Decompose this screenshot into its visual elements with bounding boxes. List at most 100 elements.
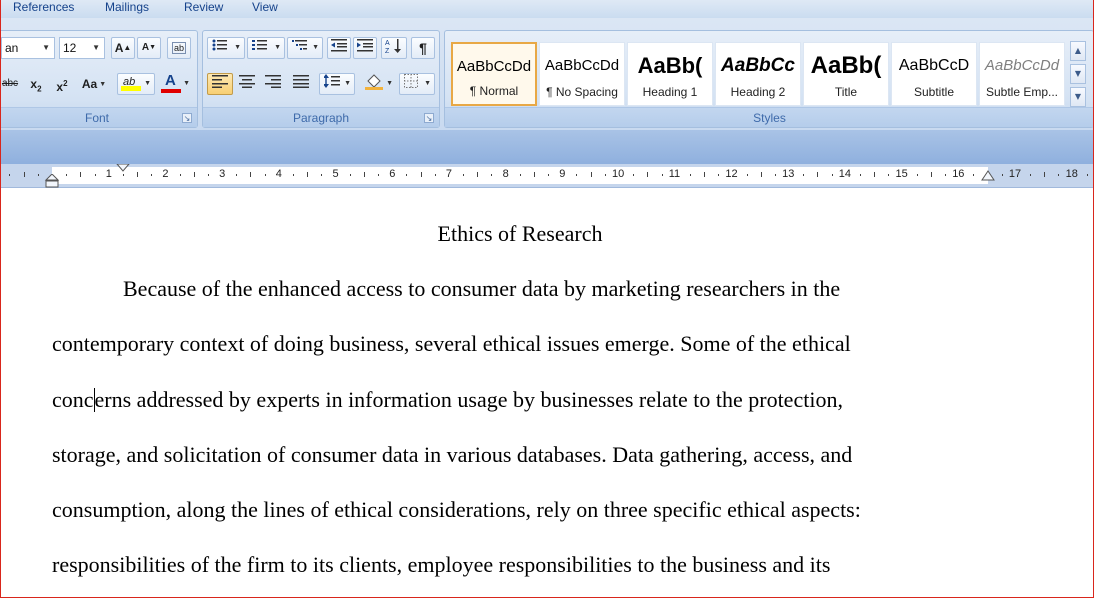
superscript-mark: 2 [63,79,68,88]
font-dialog-launcher-icon[interactable]: ↘ [182,113,192,123]
chevron-down-icon[interactable]: ▼ [312,38,319,58]
ruler-number: 4 [275,168,282,180]
font-color-icon: A [161,72,181,94]
document-title: Ethics of Research [437,221,603,246]
multilevel-list-button[interactable]: ▼ [287,37,323,59]
font-color-label: A [165,72,176,89]
increase-indent-button[interactable] [353,37,377,59]
ruler-tick [236,174,238,176]
ruler-tick [661,174,663,176]
chevron-down-icon[interactable]: ▼ [424,74,431,94]
chevron-down-icon[interactable]: ▼ [386,74,393,94]
tab-references[interactable]: References [13,0,74,16]
ruler-tick [477,172,479,177]
line-spacing-button[interactable]: ▼ [319,73,355,95]
paragraph-dialog-launcher-icon[interactable]: ↘ [424,113,434,123]
style-name: Heading 2 [730,85,786,99]
ruler-number: 17 [1008,168,1022,180]
chevron-down-icon[interactable]: ▼ [344,74,351,94]
strikethrough-button[interactable]: abc [0,73,21,95]
shading-button[interactable]: ▼ [361,73,397,95]
style-name: Subtle Emp... [985,85,1059,99]
ruler-tick [1086,174,1088,176]
increase-indent-icon [357,39,373,52]
ruler-tick [151,174,153,176]
ruler-tick [945,174,947,176]
gallery-more-icon[interactable]: ▼ [1070,87,1086,107]
ruler-tick [831,174,833,176]
right-indent-marker-icon[interactable] [980,170,996,182]
document-page[interactable]: Ethics of Research Because of the enhanc… [0,189,1094,598]
chevron-down-icon[interactable]: ▼ [183,74,190,94]
align-center-button[interactable] [235,73,259,95]
ruler-tick [122,174,124,176]
numbering-icon [252,40,267,50]
style-subtle-emphasis[interactable]: AaBbCcDd Subtle Emp... [979,42,1065,106]
chevron-down-icon[interactable]: ▼ [234,38,241,58]
tab-view[interactable]: View [252,0,278,16]
tab-review[interactable]: Review [184,0,223,16]
clear-formatting-icon: ab [171,42,186,54]
bullets-icon [212,39,227,51]
chevron-down-icon[interactable]: ▼ [42,38,50,58]
style-heading-2[interactable]: AaBbCc Heading 2 [715,42,801,106]
paragraph-group: ▼ ▼ ▼ AZ ¶ ▼ ▼ ▼ Paragraph ↘ [202,30,440,128]
left-indent-marker-icon[interactable] [44,174,60,188]
highlighter-icon: ab [121,74,141,92]
style-normal[interactable]: AaBbCcDd ¶ Normal [451,42,537,106]
tab-mailings[interactable]: Mailings [105,0,149,16]
numbering-button[interactable]: ▼ [247,37,285,59]
font-group: an ▼ 12 ▼ A▲ A▼ ab abc x2 x2 Aa ▼ ab ▼ A… [0,30,198,128]
bullets-button[interactable]: ▼ [207,37,245,59]
grow-font-button[interactable]: A▲ [111,37,135,59]
ruler-tick [80,172,82,177]
font-color-button[interactable]: A ▼ [157,72,193,95]
paragraph-group-label: Paragraph [203,107,439,127]
font-size-combo[interactable]: 12 ▼ [59,37,105,59]
align-left-button[interactable] [207,73,233,95]
ribbon-tab-bar: References Mailings Review View [0,0,1094,18]
ruler-tick [66,174,68,176]
gallery-scroll-up-icon[interactable]: ▲ [1070,41,1086,61]
align-right-icon [265,75,281,88]
gallery-scroll-down-icon[interactable]: ▼ [1070,64,1086,84]
document-line: concerns addressed by experts in informa… [52,387,843,413]
svg-text:Z: Z [385,48,390,54]
justify-button[interactable] [289,73,313,95]
style-sample: AaBb( [810,52,882,79]
ruler-tick [604,174,606,176]
clear-formatting-button[interactable]: ab [167,37,191,59]
strikethrough-label: abc [1,78,19,89]
ruler-tick [378,174,380,176]
style-title[interactable]: AaBb( Title [803,42,889,106]
chevron-down-icon[interactable]: ▼ [144,74,151,94]
sort-button[interactable]: AZ [381,37,407,59]
show-formatting-button[interactable]: ¶ [411,37,435,59]
styles-group: AaBbCcDd ¶ Normal AaBbCcDd ¶ No Spacing … [444,30,1094,128]
ruler-number: 11 [668,168,681,180]
ruler-number: 12 [725,168,738,180]
style-no-spacing[interactable]: AaBbCcDd ¶ No Spacing [539,42,625,106]
horizontal-ruler[interactable]: 1 2 3 4 5 6 7 8 9 10 11 12 13 14 15 16 17 18 [0,164,1094,188]
subscript-button[interactable]: x2 [25,73,47,95]
text-highlight-button[interactable]: ab ▼ [117,73,155,95]
ruler-number: 6 [389,168,396,180]
decrease-indent-button[interactable] [327,37,351,59]
align-right-button[interactable] [261,73,285,95]
ruler-tick [760,172,762,177]
borders-button[interactable]: ▼ [399,73,435,95]
shrink-font-button[interactable]: A▼ [137,37,161,59]
ruler-number: 9 [559,168,566,180]
font-name-combo[interactable]: an ▼ [1,37,55,59]
chevron-down-icon[interactable]: ▼ [274,38,281,58]
ruler-tick [930,172,932,177]
first-line-indent-marker-icon[interactable] [116,164,130,172]
change-case-button[interactable]: Aa ▼ [77,73,111,95]
style-heading-1[interactable]: AaBb( Heading 1 [627,42,713,106]
ruler-tick [533,172,535,177]
superscript-button[interactable]: x2 [51,73,73,95]
align-left-icon [212,75,228,88]
style-subtitle[interactable]: AaBbCcD Subtitle [891,42,977,106]
chevron-down-icon[interactable]: ▼ [92,38,100,58]
multilevel-list-icon [292,40,307,50]
